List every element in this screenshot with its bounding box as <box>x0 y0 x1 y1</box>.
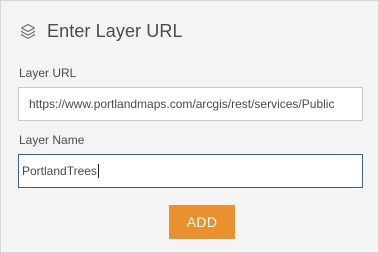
layer-url-value: https://www.portlandmaps.com/arcgis/rest… <box>29 97 335 111</box>
layer-name-value: PortlandTrees <box>22 164 97 178</box>
layer-name-input[interactable]: PortlandTrees <box>18 154 363 188</box>
layers-icon <box>18 21 38 41</box>
panel-header: Enter Layer URL <box>18 18 183 44</box>
layer-url-label: Layer URL <box>19 66 77 80</box>
add-layer-panel: Enter Layer URL Layer URL https://www.po… <box>0 0 379 253</box>
layer-url-input[interactable]: https://www.portlandmaps.com/arcgis/rest… <box>18 87 363 121</box>
page-title: Enter Layer URL <box>47 20 183 41</box>
text-cursor <box>97 164 99 178</box>
add-button[interactable]: ADD <box>169 205 235 239</box>
layer-name-label: Layer Name <box>19 133 85 147</box>
